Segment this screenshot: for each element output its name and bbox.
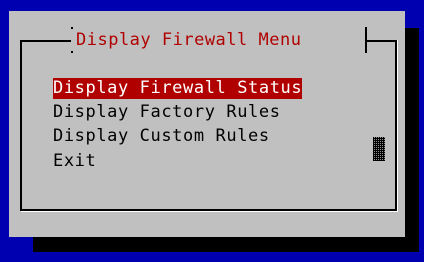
title-frame-left-line: [20, 40, 73, 42]
frame-left-border: [20, 40, 22, 211]
menu-item-display-factory-rules[interactable]: Display Factory Rules: [53, 102, 281, 123]
menu-item-display-firewall-status[interactable]: Display Firewall Status: [53, 78, 303, 99]
title-frame-right-line: [367, 40, 397, 42]
scrollbar-thumb[interactable]: [373, 137, 385, 161]
frame-bottom-border-light: [21, 211, 398, 212]
terminal-screen: Display Firewall Menu Display Firewall S…: [0, 0, 424, 262]
menu-item-display-custom-rules[interactable]: Display Custom Rules: [53, 126, 270, 147]
dialog-title: Display Firewall Menu: [71, 29, 307, 51]
menu-item-exit[interactable]: Exit: [53, 151, 96, 172]
frame-right-border-light: [397, 40, 398, 212]
menu-dialog: Display Firewall Menu Display Firewall S…: [9, 11, 405, 237]
title-frame-right-tick: [365, 27, 367, 53]
